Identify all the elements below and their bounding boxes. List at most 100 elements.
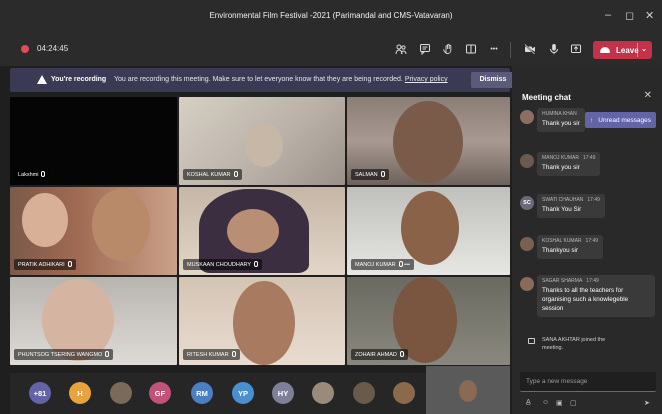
- system-message-text: SANA AKHTAR joined the meeting.: [542, 337, 606, 351]
- roster-avatar[interactable]: [110, 382, 132, 404]
- more-icon[interactable]: •••: [486, 41, 502, 57]
- privacy-policy-link[interactable]: Privacy policy: [405, 76, 448, 83]
- roster-avatar[interactable]: YP: [232, 382, 254, 404]
- video-tile[interactable]: MANOJ KUMAR •••: [347, 187, 510, 275]
- mic-icon: [399, 351, 404, 357]
- avatar: [520, 110, 534, 124]
- video-tile[interactable]: KOSHAL KUMAR: [179, 97, 345, 185]
- roster-avatar[interactable]: HY: [272, 382, 294, 404]
- video-tile[interactable]: ZOHAIR AHMAD: [347, 277, 510, 365]
- chat-title: Meeting chat: [522, 93, 571, 102]
- roster-avatar[interactable]: GF: [149, 382, 171, 404]
- chat-message: SC SWATI CHAUHAN 17:49 Thank You Sir: [520, 194, 656, 220]
- message-meta: KOSHAL KUMAR 17:49: [542, 238, 598, 244]
- close-button[interactable]: ✕: [645, 9, 654, 22]
- message-author: HUMINA KHAN: [542, 111, 577, 117]
- participant-video: [393, 101, 463, 183]
- message-text: Thanks to all the teachers for organisin…: [542, 287, 629, 312]
- participant-name: KOSHAL KUMAR: [187, 172, 231, 178]
- participant-video: [227, 209, 279, 253]
- dismiss-button[interactable]: Dismiss: [471, 72, 515, 88]
- roster-avatar[interactable]: H: [69, 382, 91, 404]
- mic-icon: [67, 261, 72, 267]
- title-bar: Environmental Film Festival -2021 (Parim…: [0, 0, 662, 36]
- recording-banner: You're recording You are recording this …: [10, 68, 515, 92]
- mic-icon: [105, 351, 110, 357]
- participant-name: PRATIK ADHIKARI: [18, 262, 65, 268]
- participant-name: Lakshmi: [18, 172, 39, 178]
- sticker-icon[interactable]: ▢: [570, 399, 577, 407]
- participant-name: MUSKAAN CHOUDHARY: [187, 262, 252, 268]
- video-tile[interactable]: RITESH KUMAR: [179, 277, 345, 365]
- chat-message: KOSHAL KUMAR 17:49 Thankyou sir: [520, 235, 656, 261]
- self-video-preview[interactable]: [426, 366, 510, 414]
- send-icon[interactable]: ➤: [644, 399, 650, 407]
- tile-more-icon[interactable]: •••: [404, 262, 410, 268]
- share-screen-icon[interactable]: [568, 41, 584, 57]
- message-time: 17:49: [582, 155, 596, 161]
- participant-name-tag: PRATIK ADHIKARI: [14, 259, 76, 270]
- message-time: 17:49: [587, 197, 600, 203]
- participant-name-tag: MUSKAAN CHOUDHARY: [183, 259, 263, 270]
- roster-avatar[interactable]: [393, 382, 415, 404]
- participant-name-tag: MANOJ KUMAR •••: [351, 259, 414, 270]
- message-meta: SWATI CHAUHAN 17:49: [542, 197, 600, 203]
- banner-message: You are recording this meeting. Make sur…: [114, 76, 448, 83]
- recording-indicator: [21, 45, 29, 53]
- chat-message: SAGAR SHARMA 17:49 Thanks to all the teac…: [520, 275, 656, 327]
- system-message: SANA AKHTAR joined the meeting.: [528, 336, 618, 352]
- raise-hand-icon[interactable]: [440, 41, 456, 57]
- leave-button[interactable]: Leave ⌄: [593, 41, 652, 59]
- chat-icon[interactable]: [417, 41, 433, 57]
- emoji-icon[interactable]: ☺: [542, 399, 549, 406]
- mic-icon: [231, 351, 236, 357]
- warning-icon: [37, 75, 47, 84]
- rooms-icon[interactable]: [463, 41, 479, 57]
- participant-name-tag: SALMAN: [351, 169, 389, 180]
- message-meta: HUMINA KHAN: [542, 111, 580, 117]
- message-input[interactable]: Type a new message: [520, 372, 656, 392]
- phone-icon: [600, 47, 610, 53]
- participant-name: PHUNTSOG TSERING WANGMO: [18, 352, 103, 358]
- video-tile[interactable]: SALMAN: [347, 97, 510, 185]
- message-text: Thank you sir: [542, 164, 580, 171]
- people-icon[interactable]: [393, 41, 409, 57]
- participant-name: SALMAN: [355, 172, 378, 178]
- arrow-up-icon: ↑: [590, 116, 594, 124]
- message-bubble: SAGAR SHARMA 17:49 Thanks to all the teac…: [537, 275, 655, 317]
- participant-name-tag: Lakshmi: [14, 169, 50, 180]
- toolbar-divider: [510, 42, 511, 58]
- camera-off-icon[interactable]: [522, 41, 538, 57]
- join-icon: [528, 338, 535, 344]
- video-tile[interactable]: PHUNTSOG TSERING WANGMO: [10, 277, 177, 365]
- participant-name: RITESH KUMAR: [187, 352, 229, 358]
- message-author: SWATI CHAUHAN: [542, 197, 584, 203]
- chevron-down-icon[interactable]: ⌄: [641, 45, 647, 53]
- message-bubble: KOSHAL KUMAR 17:49 Thankyou sir: [537, 235, 604, 259]
- unread-messages-button[interactable]: ↑ Unread messages: [585, 112, 656, 128]
- gif-icon[interactable]: ▣: [556, 399, 563, 407]
- participant-video: [92, 189, 150, 261]
- message-meta: MANOJ KUMAR 17:49: [542, 155, 595, 161]
- video-tile[interactable]: Lakshmi: [10, 97, 177, 185]
- video-tile[interactable]: MUSKAAN CHOUDHARY: [179, 187, 345, 275]
- video-tile[interactable]: PRATIK ADHIKARI: [10, 187, 177, 275]
- roster-avatar[interactable]: [353, 382, 375, 404]
- format-icon[interactable]: A̲: [526, 399, 531, 406]
- message-author: KOSHAL KUMAR: [542, 238, 582, 244]
- restore-button[interactable]: ◻: [625, 9, 634, 22]
- message-author: SAGAR SHARMA: [542, 278, 583, 284]
- message-text: Thankyou sir: [542, 247, 579, 254]
- participant-name: MANOJ KUMAR: [355, 262, 396, 268]
- message-author: MANOJ KUMAR: [542, 155, 579, 161]
- close-chat-icon[interactable]: ✕: [644, 90, 652, 101]
- overflow-participants-button[interactable]: +81: [29, 382, 51, 404]
- minimize-button[interactable]: –: [605, 9, 611, 21]
- message-time: 17:49: [585, 238, 599, 244]
- mic-icon: [254, 261, 259, 267]
- microphone-icon[interactable]: [546, 41, 562, 57]
- roster-avatar[interactable]: RM: [191, 382, 213, 404]
- message-meta: SAGAR SHARMA 17:49: [542, 278, 650, 284]
- video-grid: Lakshmi KOSHAL KUMAR SALMAN PRATIK ADHIK…: [10, 97, 510, 373]
- roster-avatar[interactable]: [312, 382, 334, 404]
